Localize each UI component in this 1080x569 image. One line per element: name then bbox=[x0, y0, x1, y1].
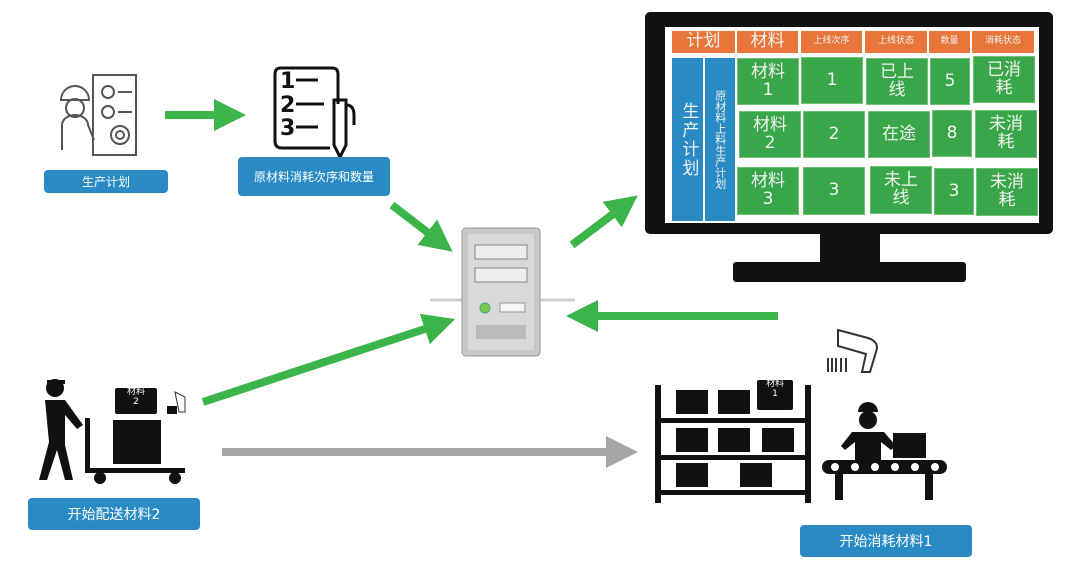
header-material: 材料 bbox=[737, 31, 798, 53]
row1-material: 材料 1 bbox=[737, 58, 799, 105]
row3-material: 材料 3 bbox=[737, 167, 799, 215]
row2-qty: 8 bbox=[932, 110, 972, 157]
header-order: 上线次序 bbox=[801, 31, 862, 53]
svg-text:1: 1 bbox=[280, 69, 295, 94]
cart-material-tag: 材料 2 bbox=[115, 387, 157, 414]
server-icon bbox=[430, 227, 575, 357]
row1-consume: 已消耗 bbox=[973, 56, 1035, 103]
row3-order: 3 bbox=[803, 167, 865, 215]
row2-material: 材料 2 bbox=[739, 111, 801, 158]
label-start-consume: 开始消耗材料1 bbox=[800, 525, 972, 557]
row3-consume: 未消耗 bbox=[976, 168, 1038, 216]
side-production-plan: 生产计划 bbox=[672, 58, 703, 221]
svg-text:2: 2 bbox=[280, 93, 295, 118]
barcode-scanner-icon bbox=[827, 328, 878, 373]
planner-icon bbox=[59, 74, 137, 156]
svg-text:3: 3 bbox=[280, 116, 295, 141]
header-plan: 计划 bbox=[672, 31, 735, 53]
list-numbers: 1 2 3 bbox=[280, 69, 295, 141]
row2-status: 在途 bbox=[868, 111, 930, 158]
row3-status: 未上线 bbox=[870, 166, 932, 214]
arrow-server-to-monitor bbox=[569, 195, 638, 249]
line-worker-icon bbox=[822, 402, 947, 500]
row1-status: 已上线 bbox=[866, 58, 928, 105]
header-status: 上线状态 bbox=[865, 31, 927, 53]
header-consume: 消耗状态 bbox=[972, 31, 1034, 53]
row3-qty: 3 bbox=[934, 168, 974, 215]
side-material-plan: 原材料上料生产计划 bbox=[705, 58, 735, 221]
arrow-delivery-to-server bbox=[201, 313, 456, 406]
shelf-material-tag: 材料 1 bbox=[757, 379, 793, 410]
label-production-plan: 生产计划 bbox=[44, 170, 168, 193]
label-start-delivery: 开始配送材料2 bbox=[28, 498, 200, 530]
arrow-order-to-server bbox=[389, 201, 453, 252]
row1-qty: 5 bbox=[930, 58, 970, 105]
row2-consume: 未消耗 bbox=[975, 110, 1037, 158]
label-consumption-order: 原材料消耗次序和数量 bbox=[238, 157, 390, 196]
header-qty: 数量 bbox=[929, 31, 970, 53]
diagram: 1 2 3 材料 2 材料 1 生产计划 原材料消耗次序和数量 开始配送材料2 … bbox=[0, 0, 1080, 569]
delivery-worker-icon bbox=[39, 379, 185, 484]
row1-order: 1 bbox=[801, 57, 863, 104]
row2-order: 2 bbox=[803, 111, 865, 158]
